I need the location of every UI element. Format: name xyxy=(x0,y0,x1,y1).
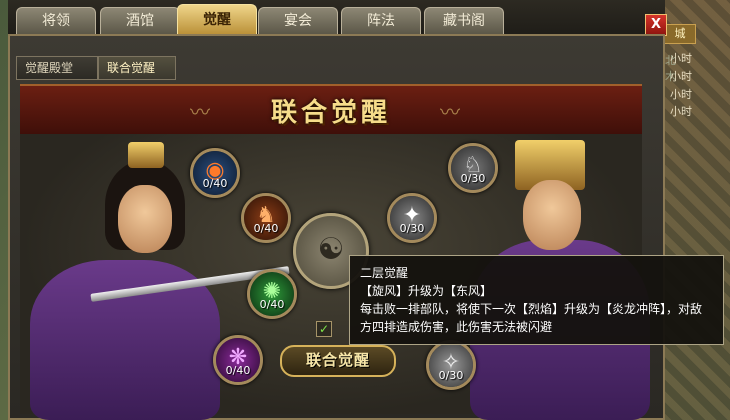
subtab-joint-awakening[interactable]: 联合觉醒 xyxy=(98,56,176,80)
awaken-slot[interactable]: ❋ 0/40 xyxy=(213,335,263,385)
awaken-slot[interactable]: ◉ 0/40 xyxy=(190,148,240,198)
awaken-slot[interactable]: ✺ 0/40 xyxy=(247,269,297,319)
hero-crown xyxy=(128,142,164,168)
map-timer-label: 小时 xyxy=(670,52,692,65)
slot-count: 0/40 xyxy=(253,222,279,235)
confirm-checkbox[interactable]: ✓ xyxy=(316,321,332,337)
slot-count: 0/40 xyxy=(202,177,228,190)
map-timer-label: 小时 xyxy=(670,88,692,101)
close-button[interactable]: X xyxy=(645,14,667,36)
awaken-slot[interactable]: ♞ 0/40 xyxy=(241,193,291,243)
awaken-slot[interactable]: ♘ 0/30 xyxy=(448,143,498,193)
awaken-slot[interactable]: ✧ 0/30 xyxy=(426,340,476,390)
tooltip-line: 方四排造成伤害，此伤害无法被闪避 xyxy=(360,320,553,334)
slot-count: 0/40 xyxy=(259,298,285,311)
slot-count: 0/40 xyxy=(225,364,251,377)
tab-tavern[interactable]: 酒馆 xyxy=(100,7,180,34)
slot-count: 0/30 xyxy=(438,369,464,382)
tooltip-title: 二层觉醒 xyxy=(360,266,409,280)
tab-awakening[interactable]: 觉醒 xyxy=(177,4,257,35)
city-tag[interactable]: 城 xyxy=(664,24,696,44)
tab-bar: 将领 酒馆 觉醒 宴会 阵法 藏书阁 X xyxy=(8,0,667,36)
hero-face xyxy=(523,180,581,250)
map-timer-label: 小时 xyxy=(670,70,692,83)
tooltip-line: 每击败一排部队，将使下一次【烈焰】升级为【炎龙冲阵】，对敌 xyxy=(360,302,703,316)
tab-generals[interactable]: 将领 xyxy=(16,7,96,34)
subtab-awakening-hall[interactable]: 觉醒殿堂 xyxy=(16,56,98,80)
tab-formation[interactable]: 阵法 xyxy=(341,7,421,34)
slot-count: 0/30 xyxy=(460,172,486,185)
awaken-slot[interactable]: ✦ 0/30 xyxy=(387,193,437,243)
joint-awaken-button[interactable]: 联合觉醒 xyxy=(280,345,396,377)
title-banner: 〰 联合觉醒 〰 xyxy=(20,84,642,136)
hero-face xyxy=(118,185,172,253)
tab-banquet[interactable]: 宴会 xyxy=(258,7,338,34)
tooltip-line: 【旋风】升级为【东风】 xyxy=(360,284,493,298)
skill-tooltip: 二层觉醒 【旋风】升级为【东风】 每击败一排部队，将使下一次【烈焰】升级为【炎龙… xyxy=(349,255,724,345)
dragon-ornament-icon: 〰 xyxy=(440,100,460,124)
slot-count: 0/30 xyxy=(399,222,425,235)
panel-title: 联合觉醒 xyxy=(270,98,391,128)
map-timer-label: 小时 xyxy=(670,105,692,118)
tab-library[interactable]: 藏书阁 xyxy=(424,7,504,34)
